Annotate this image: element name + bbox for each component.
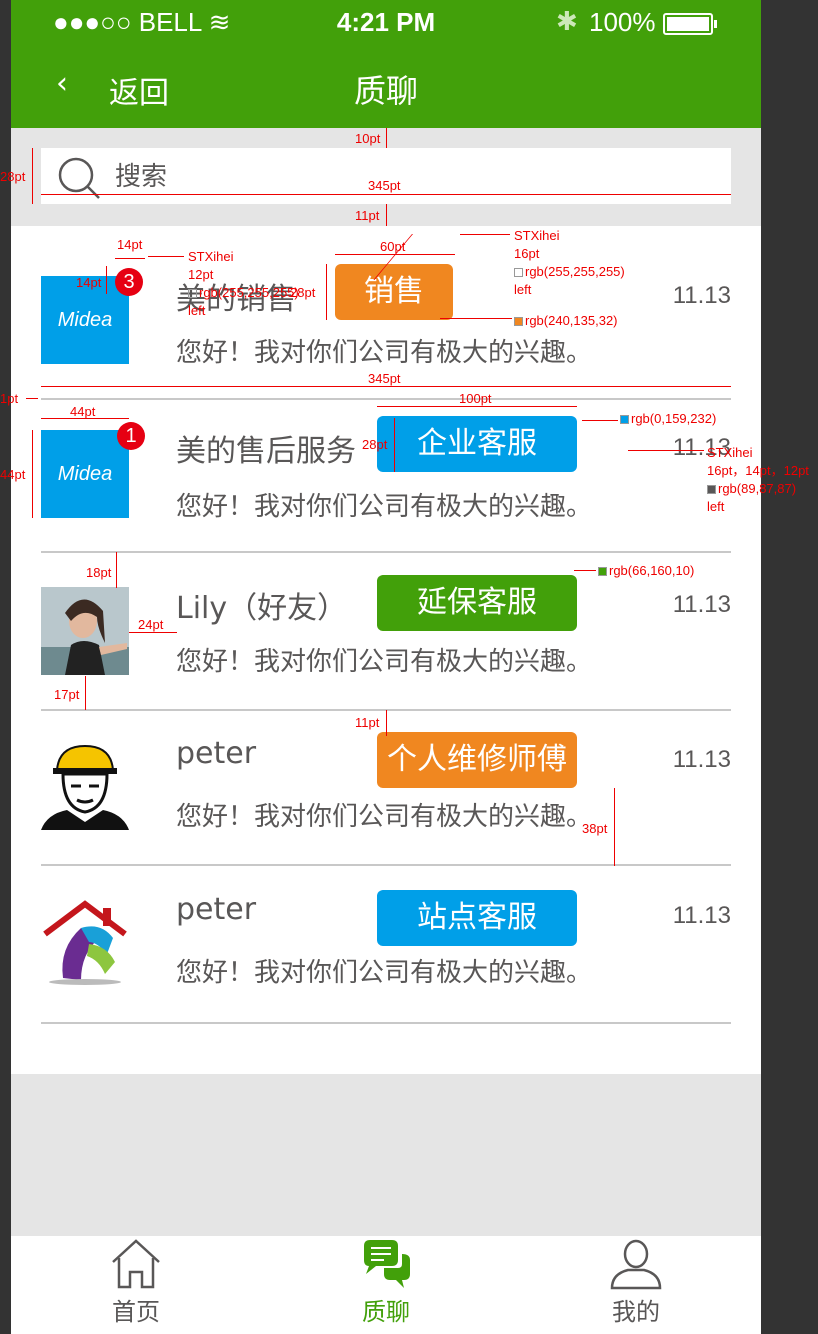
midea-logo-avatar: Midea (41, 430, 129, 518)
repair-worker-avatar (41, 742, 129, 830)
spec-label: 14pt (76, 275, 102, 290)
nav-bar: ‹ 返回 质聊 (11, 44, 761, 128)
contact-name: 美的售后服务 (176, 434, 356, 469)
spec-label: 28pt (290, 285, 316, 300)
spec-label: rgb(66,160,10) (609, 563, 695, 578)
spec-label: 44pt (70, 404, 96, 419)
spec-label: 10pt (355, 131, 381, 146)
spec-label: 16pt (514, 246, 540, 261)
spec-label: left (514, 282, 532, 297)
role-tag: 销售 (335, 264, 453, 320)
battery-icon (663, 13, 717, 35)
divider (41, 551, 731, 553)
bluetooth-icon: ✱ (556, 6, 578, 36)
spec-label: 11pt (355, 208, 380, 223)
spec-label: 100pt (459, 391, 492, 406)
message-preview: 您好！我对你们公司有极大的兴趣。 (176, 802, 593, 832)
spec-label: rgb(255,255,255) (514, 263, 625, 281)
message-date: 11.13 (672, 591, 731, 618)
spec-label: rgb(0,159,232) (620, 410, 716, 428)
message-date: 11.13 (672, 282, 731, 309)
spec-label: 38pt (582, 821, 608, 836)
divider (41, 864, 731, 866)
spec-label: rgb(66,160,10) (598, 562, 694, 580)
contact-name: Lily（好友） (176, 591, 348, 626)
message-date: 11.13 (672, 902, 731, 929)
divider (41, 398, 731, 400)
avatar-brand-text: Midea (58, 463, 112, 485)
spec-label: 17pt (54, 687, 80, 702)
spec-label: rgb(89,87,87) (707, 480, 796, 498)
unread-badge: 1 (117, 422, 145, 450)
message-preview: 您好！我对你们公司有极大的兴趣。 (176, 647, 593, 677)
tab-profile-label: 我的 (612, 1298, 660, 1326)
spec-label: rgb(0,159,232) (631, 411, 717, 426)
spec-label: 28pt (362, 437, 388, 452)
spec-label: 345pt (368, 371, 401, 386)
spec-label: rgb(255,255,255) (188, 284, 299, 302)
role-tag: 站点客服 (377, 890, 577, 946)
tab-home[interactable]: 首页 (11, 1236, 261, 1334)
spec-label: rgb(240,135,32) (514, 312, 618, 330)
divider (41, 1022, 731, 1024)
tab-chat-label: 质聊 (362, 1298, 410, 1326)
house-paint-logo-avatar (41, 898, 129, 986)
spec-label: STXihei (188, 249, 234, 264)
spec-label: rgb(255,255,255) (199, 285, 299, 300)
status-bar: ●●●○○ BELL ≋ 4:21 PM ✱ 100% (11, 0, 761, 44)
message-date: 11.13 (672, 746, 731, 773)
conversation-item[interactable]: peter 站点客服 11.13 您好！我对你们公司有极大的兴趣。 (41, 872, 731, 1028)
spec-label: 1pt (0, 391, 19, 406)
spec-label: 16pt，14pt，12pt (707, 463, 809, 478)
spec-label: 18pt (86, 565, 112, 580)
message-preview: 您好！我对你们公司有极大的兴趣。 (176, 338, 593, 368)
spec-label: 28pt (0, 169, 26, 184)
tab-profile[interactable]: 我的 (511, 1236, 761, 1334)
spec-label: 12pt (188, 267, 214, 282)
contact-name: peter (176, 736, 257, 771)
chat-icon (364, 1240, 410, 1288)
conversation-item[interactable]: Lily（好友） 延保客服 11.13 您好！我对你们公司有极大的兴趣。 (41, 561, 731, 717)
avatar-brand-text: Midea (58, 309, 112, 331)
spec-label: 14pt (117, 237, 143, 252)
spec-label: STXihei (514, 228, 560, 243)
page-title: 质聊 (353, 72, 418, 110)
conversation-item[interactable]: peter 个人维修师傅 11.13 您好！我对你们公司有极大的兴趣。 (41, 716, 731, 872)
spec-label: 345pt (368, 178, 401, 193)
role-tag: 延保客服 (377, 575, 577, 631)
portrait-photo-avatar (41, 587, 129, 675)
message-preview: 您好！我对你们公司有极大的兴趣。 (176, 958, 593, 988)
spec-label: rgb(255,255,255) (525, 264, 625, 279)
phone-screen: ●●●○○ BELL ≋ 4:21 PM ✱ 100% ‹ 返回 质聊 Mide… (11, 0, 761, 1334)
spec-label: rgb(89,87,87) (718, 481, 797, 496)
spec-label: STXihei (707, 445, 753, 460)
spec-label: left (707, 499, 725, 514)
role-tag: 个人维修师傅 (377, 732, 577, 788)
contact-name: peter (176, 892, 257, 927)
home-icon (112, 1239, 160, 1289)
spec-label: 11pt (355, 715, 380, 730)
message-preview: 您好！我对你们公司有极大的兴趣。 (176, 492, 593, 522)
tab-chat[interactable]: 质聊 (261, 1236, 511, 1334)
spec-label: left (188, 303, 206, 318)
user-icon (610, 1239, 662, 1290)
battery-percent: 100% (589, 7, 656, 37)
unread-badge: 3 (115, 268, 143, 296)
spec-label: rgb(240,135,32) (525, 313, 618, 328)
conversation-list: Midea 3 美的销售 销售 11.13 您好！我对你们公司有极大的兴趣。 M… (11, 226, 761, 1074)
search-bar[interactable] (41, 148, 731, 204)
spec-label: 24pt (138, 617, 164, 632)
spec-label: 44pt (0, 467, 26, 482)
tab-bar: 首页 质聊 我的 (11, 1236, 761, 1334)
tab-home-label: 首页 (112, 1298, 160, 1326)
role-tag: 企业客服 (377, 416, 577, 472)
